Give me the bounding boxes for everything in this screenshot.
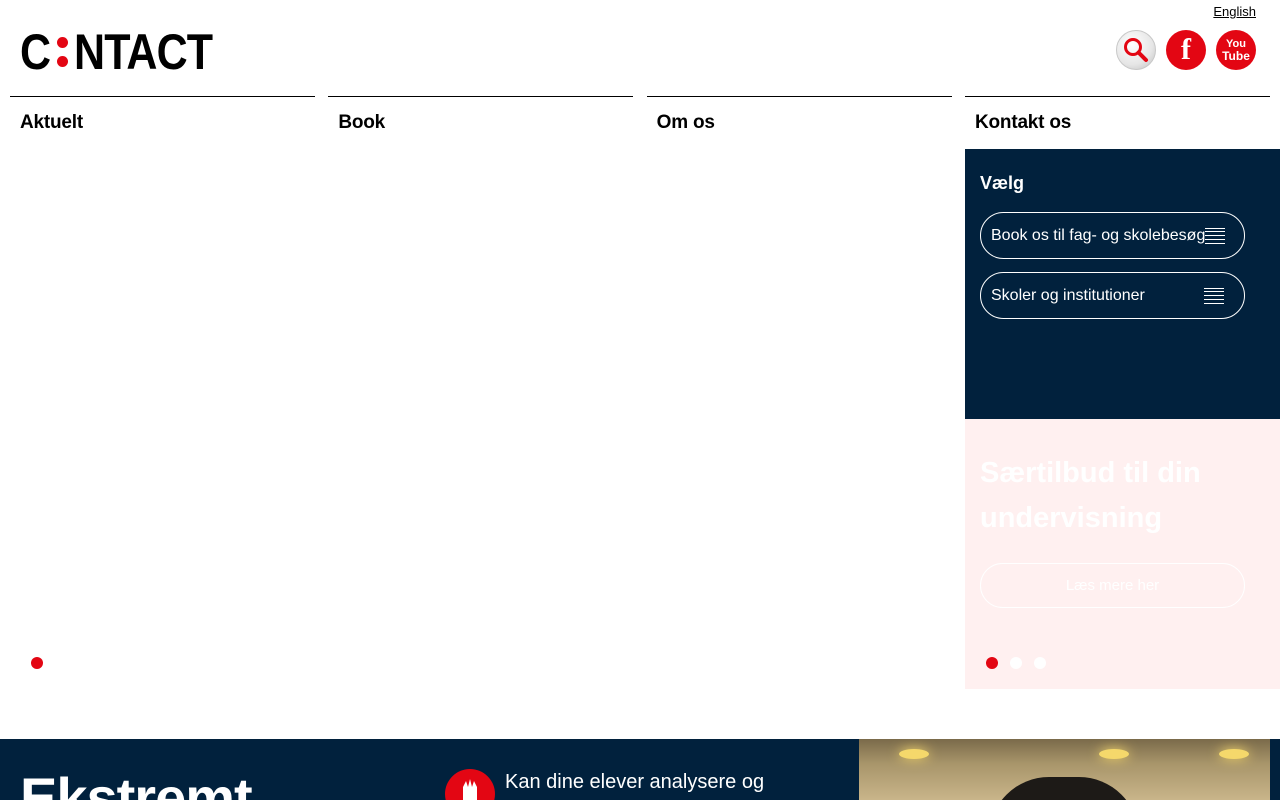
nav-item-label: Aktuelt <box>20 112 83 133</box>
featured-heading: Ekstremt <box>20 766 253 800</box>
logo-colon-mark <box>57 37 69 67</box>
offer-panel: Særtilbud til din undervisning Læs mere … <box>965 419 1280 689</box>
nav-item-om-os[interactable]: Om os <box>646 96 952 149</box>
panel-title: Vælg <box>980 173 1025 193</box>
featured-band: Ekstremt Kan dine elever analysere og <box>0 739 1280 800</box>
youtube-button[interactable]: You Tube <box>1216 30 1256 70</box>
nav-item-label: Book <box>338 112 386 133</box>
select-schools[interactable]: Skoler og institutioner <box>980 272 1245 319</box>
slider-dot-active[interactable] <box>31 657 43 669</box>
offer-slider-dots <box>986 657 1046 669</box>
list-icon <box>1204 287 1224 304</box>
header-icons: f You Tube <box>1116 30 1256 70</box>
select-label: Skoler og institutioner <box>991 286 1145 304</box>
select-label: Book os til fag- og skolebesøg <box>991 226 1206 244</box>
offer-dot-3[interactable] <box>1034 657 1046 669</box>
featured-image[interactable] <box>859 739 1270 800</box>
search-icon <box>1124 38 1148 62</box>
youtube-icon: You Tube <box>1222 38 1250 63</box>
logo[interactable]: C NTACT <box>20 24 235 80</box>
contact-panel: Vælg Book os til fag- og skolebesøg Skol… <box>965 149 1280 419</box>
nav-item-book[interactable]: Book <box>328 96 634 149</box>
read-more-button[interactable]: Læs mere her <box>980 563 1245 608</box>
logo-letters: NTACT <box>74 24 213 80</box>
facebook-button[interactable]: f <box>1166 30 1206 70</box>
nav-item-label: Om os <box>656 112 715 133</box>
list-icon <box>1205 227 1226 244</box>
language-link-english[interactable]: English <box>1213 4 1256 19</box>
main-nav: Aktuelt Book Om os Kontakt os <box>10 96 1270 149</box>
nav-item-kontakt-os[interactable]: Kontakt os <box>964 96 1270 149</box>
search-button[interactable] <box>1116 30 1156 70</box>
logo-letter-c: C <box>20 24 51 80</box>
offer-dot-2[interactable] <box>1010 657 1022 669</box>
select-book-visit[interactable]: Book os til fag- og skolebesøg <box>980 212 1245 259</box>
facebook-icon: f <box>1181 33 1191 66</box>
nav-item-label: Kontakt os <box>974 112 1072 133</box>
featured-text[interactable]: Kan dine elever analysere og <box>505 771 764 794</box>
nav-item-aktuelt[interactable]: Aktuelt <box>10 96 315 149</box>
offer-dot-1[interactable] <box>986 657 998 669</box>
offer-title: Særtilbud til din undervisning <box>980 457 1201 534</box>
hand-icon <box>445 769 495 800</box>
